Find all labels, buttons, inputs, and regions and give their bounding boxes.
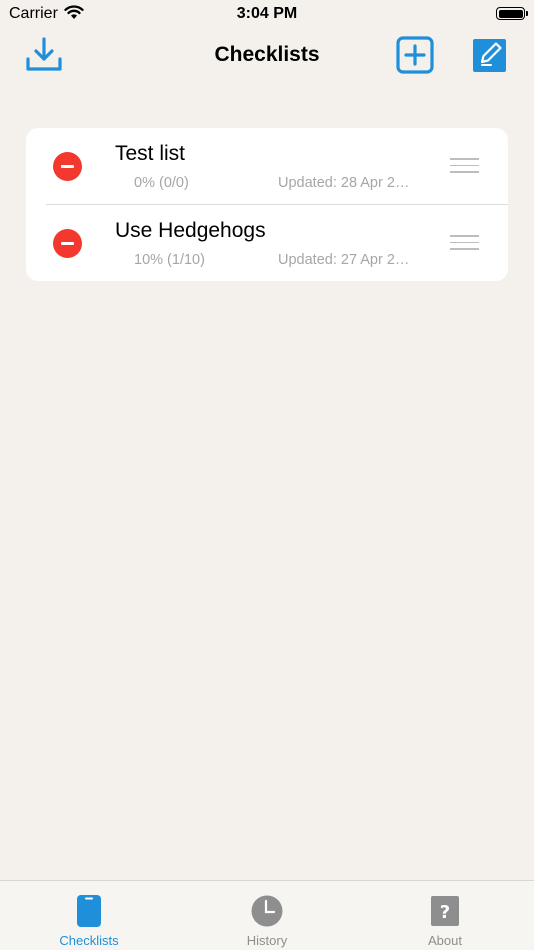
tab-label: Checklists [59, 933, 119, 948]
tab-checklists[interactable]: Checklists [0, 881, 178, 950]
checklist-list: Test list 0% (0/0) Updated: 28 Apr 2… Us… [26, 128, 508, 281]
edit-button[interactable] [468, 34, 510, 76]
list-item[interactable]: Test list 0% (0/0) Updated: 28 Apr 2… [26, 128, 508, 205]
page-title: Checklists [214, 43, 320, 66]
question-icon: ? [429, 895, 461, 927]
checklist-title: Use Hedgehogs [115, 219, 266, 242]
minus-icon [61, 165, 74, 168]
checklist-updated: Updated: 28 Apr 2… [278, 175, 410, 191]
tab-history[interactable]: History [178, 881, 356, 950]
plus-square-icon [396, 36, 434, 74]
phone-icon [73, 895, 105, 927]
tab-label: History [246, 933, 288, 948]
battery-icon [496, 7, 528, 20]
checklist-updated: Updated: 27 Apr 2… [278, 252, 410, 268]
status-time: 3:04 PM [236, 5, 298, 22]
tab-label: About [428, 933, 462, 948]
reorder-handle-icon[interactable] [450, 235, 479, 251]
reorder-handle-icon[interactable] [450, 158, 479, 174]
delete-button[interactable] [53, 152, 82, 181]
minus-icon [61, 242, 74, 245]
list-item[interactable]: Use Hedgehogs 10% (1/10) Updated: 27 Apr… [26, 205, 508, 281]
add-checklist-button[interactable] [394, 34, 436, 76]
clock-icon [251, 895, 283, 927]
tab-about[interactable]: ? About [356, 881, 534, 950]
checklist-progress: 0% (0/0) [134, 175, 189, 191]
svg-text:?: ? [440, 902, 450, 923]
status-bar: Carrier 3:04 PM [0, 0, 534, 28]
delete-button[interactable] [53, 229, 82, 258]
tab-bar: Checklists History ? About [0, 880, 534, 950]
nav-bar: Checklists [0, 28, 534, 84]
checklist-title: Test list [115, 142, 186, 165]
compose-icon [473, 39, 506, 72]
checklist-progress: 10% (1/10) [134, 252, 205, 268]
